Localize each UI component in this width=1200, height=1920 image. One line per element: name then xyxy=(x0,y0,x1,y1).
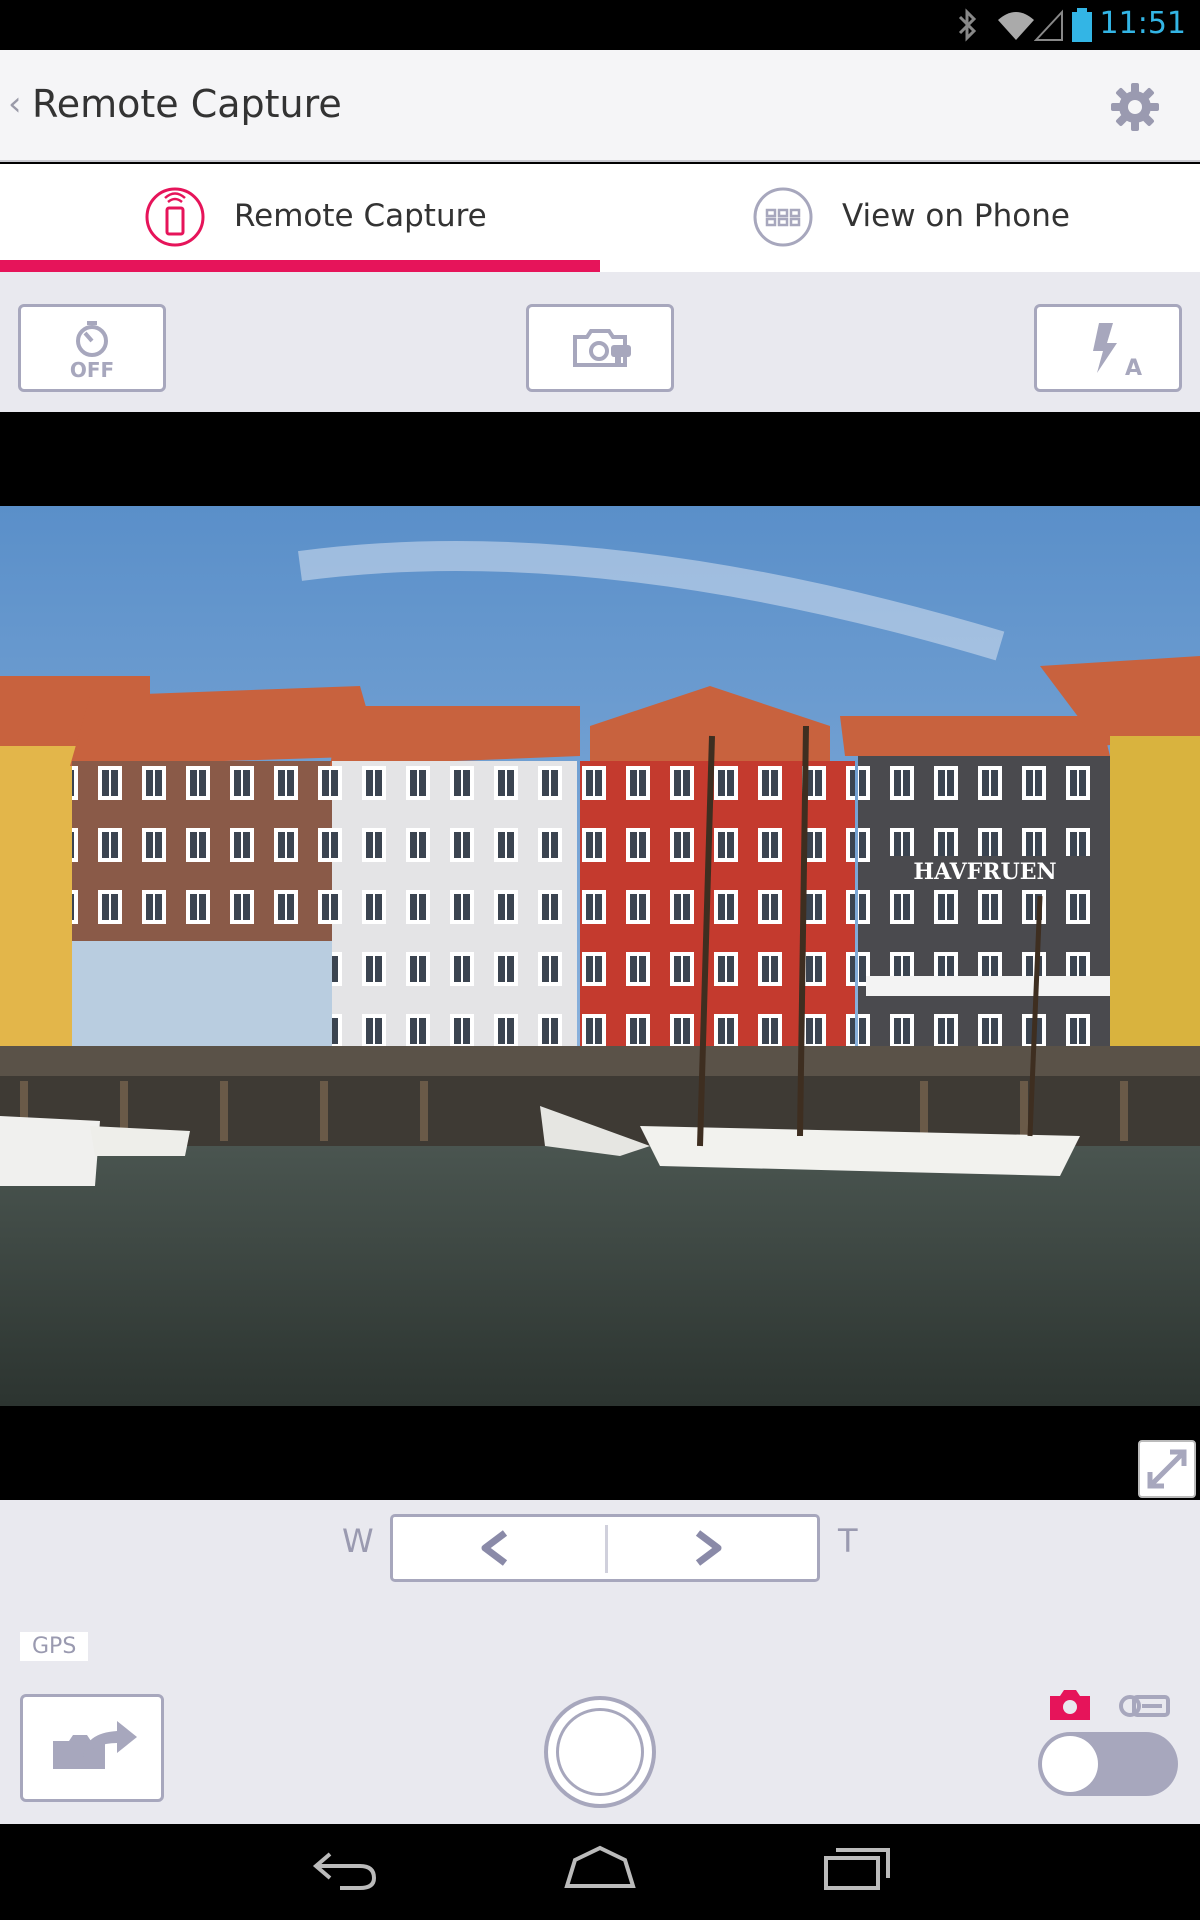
gps-badge: GPS xyxy=(20,1632,89,1661)
home-icon[interactable] xyxy=(563,1842,637,1892)
harbor-photo: HAVFRUEN xyxy=(0,506,1200,1406)
tab-remote-capture[interactable]: Remote Capture xyxy=(0,164,600,272)
camera-icon xyxy=(573,329,631,367)
page-title[interactable]: Remote Capture xyxy=(32,82,342,126)
photo-mode-icon[interactable] xyxy=(1048,1686,1092,1722)
system-nav-bar xyxy=(0,1824,1200,1920)
flash-auto-icon: A xyxy=(1093,323,1142,381)
tab-selected-indicator xyxy=(0,260,600,272)
shutter-button[interactable] xyxy=(544,1696,656,1808)
back-chevron-icon[interactable]: ‹ xyxy=(8,84,22,124)
timer-label: OFF xyxy=(70,358,114,382)
phone-remote-icon xyxy=(145,187,205,247)
gear-icon[interactable] xyxy=(1108,80,1162,134)
capture-controls: W T GPS xyxy=(0,1500,1200,1824)
zoom-control xyxy=(390,1514,820,1582)
grid-icon xyxy=(753,187,813,247)
zoom-out-button[interactable] xyxy=(393,1517,605,1579)
zoom-wide-label: W xyxy=(342,1522,374,1560)
bluetooth-icon xyxy=(958,8,977,42)
live-view: HAVFRUEN xyxy=(0,412,1200,1500)
building-sign: HAVFRUEN xyxy=(913,859,1056,885)
fullscreen-button[interactable] xyxy=(1138,1440,1196,1498)
chevron-left-icon xyxy=(481,1530,508,1566)
tab-label: View on Phone xyxy=(842,198,1070,234)
capture-toolbar: OFF A xyxy=(0,272,1200,412)
zoom-in-button[interactable] xyxy=(608,1517,820,1579)
clock: 11:51 xyxy=(1099,6,1186,41)
status-bar: 11:51 xyxy=(0,0,1200,50)
share-button[interactable] xyxy=(20,1694,164,1802)
timer-off-icon: OFF xyxy=(70,321,114,382)
camera-settings-button[interactable] xyxy=(526,304,674,392)
tab-label: Remote Capture xyxy=(234,198,487,234)
live-view-image: HAVFRUEN xyxy=(0,506,1200,1406)
signal-icon xyxy=(1034,9,1063,41)
timer-button[interactable]: OFF xyxy=(18,304,166,392)
flash-label: A xyxy=(1125,356,1142,381)
video-mode-icon[interactable] xyxy=(1118,1688,1172,1724)
recents-icon[interactable] xyxy=(822,1842,892,1892)
capture-mode-toggle[interactable] xyxy=(1038,1732,1178,1796)
back-icon[interactable] xyxy=(310,1842,380,1892)
battery-icon xyxy=(1072,8,1092,42)
action-bar: ‹ Remote Capture xyxy=(0,50,1200,162)
chevron-right-icon xyxy=(695,1530,722,1566)
flash-button[interactable]: A xyxy=(1034,304,1182,392)
tab-bar: Remote Capture View on Phone xyxy=(0,164,1200,272)
tab-view-on-phone[interactable]: View on Phone xyxy=(600,164,1200,272)
share-icon xyxy=(53,1721,137,1769)
zoom-tele-label: T xyxy=(838,1522,858,1560)
shutter-inner xyxy=(556,1708,644,1796)
wifi-icon xyxy=(998,12,1034,40)
expand-icon xyxy=(1147,1449,1187,1489)
toggle-knob[interactable] xyxy=(1042,1736,1098,1792)
